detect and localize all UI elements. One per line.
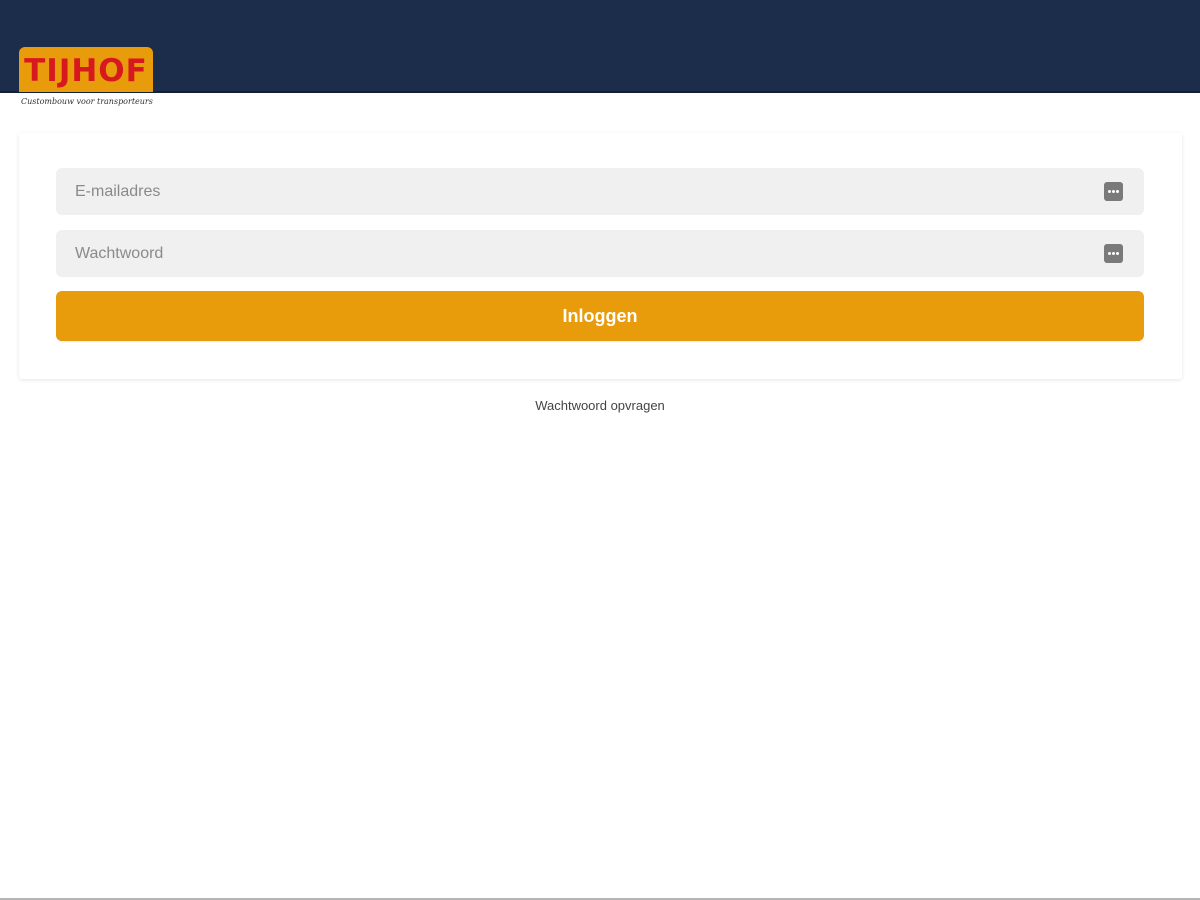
login-card: Inloggen	[19, 133, 1182, 379]
keychain-autofill-icon[interactable]	[1104, 182, 1123, 201]
forgot-password-link[interactable]: Wachtwoord opvragen	[535, 398, 665, 413]
login-page: TIJHOF Custombouw voor transporteurs Inl…	[0, 0, 1200, 900]
keychain-autofill-icon[interactable]	[1104, 244, 1123, 263]
login-button[interactable]: Inloggen	[56, 291, 1144, 341]
logo-text: TIJHOF	[24, 52, 148, 89]
password-field	[56, 230, 1144, 277]
logo-tagline: Custombouw voor transporteurs	[21, 97, 153, 106]
forgot-password-row: Wachtwoord opvragen	[0, 398, 1200, 413]
top-header-bar	[0, 0, 1200, 93]
password-input[interactable]	[56, 230, 1096, 277]
email-field	[56, 168, 1144, 215]
tijhof-logo: TIJHOF	[19, 47, 153, 92]
email-input[interactable]	[56, 168, 1096, 215]
